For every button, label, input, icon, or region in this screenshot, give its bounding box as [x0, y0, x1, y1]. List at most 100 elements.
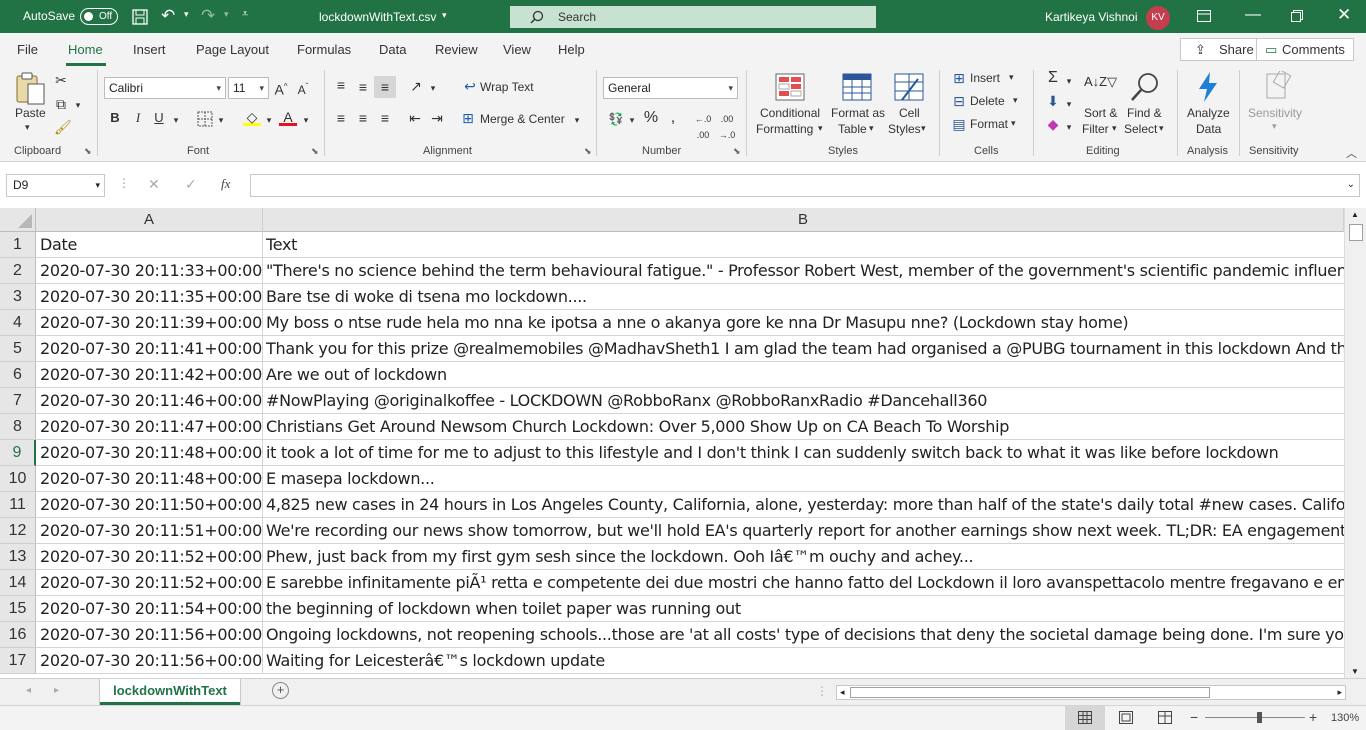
cell-date[interactable]: 2020-07-30 20:11:52+00:00	[36, 544, 263, 570]
cell-styles-dropdown-icon[interactable]: ▾	[921, 123, 926, 134]
find-select-icon[interactable]	[1130, 72, 1160, 102]
analyze-data-icon[interactable]	[1196, 71, 1220, 103]
cell-date[interactable]: 2020-07-30 20:11:48+00:00	[36, 440, 263, 466]
fill-color-icon[interactable]: ◇	[243, 109, 261, 126]
next-sheet-icon[interactable]: ▸	[54, 685, 59, 696]
tab-page-layout[interactable]: Page Layout	[196, 42, 269, 57]
insert-cells-icon[interactable]: ⊞	[950, 70, 968, 86]
decrease-decimal-icon[interactable]: .00 →.0	[717, 111, 737, 143]
tab-data[interactable]: Data	[379, 42, 406, 57]
horizontal-scroll-thumb[interactable]	[850, 687, 1210, 698]
collapse-ribbon-icon[interactable]: ︿	[1346, 145, 1357, 161]
cell-text[interactable]: E masepa lockdown...	[263, 466, 1344, 492]
align-center-icon[interactable]: ≡	[355, 110, 371, 126]
cell-text[interactable]: 4,825 new cases in 24 hours in Los Angel…	[263, 492, 1344, 518]
copy-dropdown-icon[interactable]: ▾	[73, 97, 83, 113]
cell-date[interactable]: 2020-07-30 20:11:47+00:00	[36, 414, 263, 440]
select-all-corner[interactable]	[0, 208, 36, 232]
row-header[interactable]: 8	[0, 414, 36, 440]
expand-formula-icon[interactable]: ⌄	[1347, 179, 1355, 190]
ribbon-display-icon[interactable]	[1197, 10, 1211, 22]
undo-dropdown-icon[interactable]: ▾	[184, 9, 189, 20]
sort-filter-label-1[interactable]: Sort &	[1084, 106, 1117, 120]
tab-formulas[interactable]: Formulas	[297, 42, 351, 57]
bottom-align-icon[interactable]: ≡	[374, 76, 396, 98]
percent-icon[interactable]: %	[643, 110, 659, 126]
orientation-dropdown-icon[interactable]: ▾	[428, 80, 438, 96]
font-color-icon[interactable]: A	[279, 109, 297, 126]
delete-dropdown-icon[interactable]: ▾	[1013, 95, 1018, 106]
tab-review[interactable]: Review	[435, 42, 478, 57]
cell-text[interactable]: the beginning of lockdown when toilet pa…	[263, 596, 1344, 622]
increase-font-icon[interactable]: A^	[273, 79, 289, 98]
customize-toolbar-icon[interactable]: ⩡	[242, 8, 248, 21]
underline-icon[interactable]: U	[152, 110, 166, 126]
enter-icon[interactable]: ✓	[185, 176, 197, 193]
file-title[interactable]: lockdownWithText.csv	[319, 10, 436, 24]
underline-dropdown-icon[interactable]: ▾	[171, 112, 181, 128]
vertical-scrollbar[interactable]: ▲ ▼	[1344, 208, 1366, 680]
number-launcher-icon[interactable]: ⬊	[733, 146, 741, 157]
row-header[interactable]: 11	[0, 492, 36, 518]
cell-styles-label-1[interactable]: Cell	[899, 106, 920, 120]
row-header[interactable]: 14	[0, 570, 36, 596]
top-align-icon[interactable]: ≡	[333, 77, 349, 93]
zoom-level[interactable]: 130%	[1331, 712, 1359, 724]
cell-date[interactable]: 2020-07-30 20:11:56+00:00	[36, 648, 263, 674]
cell-styles-icon[interactable]	[894, 73, 924, 101]
paste-icon[interactable]	[14, 72, 48, 106]
format-dropdown-icon[interactable]: ▾	[1011, 118, 1016, 129]
font-launcher-icon[interactable]: ⬊	[311, 146, 319, 157]
close-icon[interactable]: ✕	[1337, 5, 1351, 25]
accounting-dropdown-icon[interactable]: ▾	[627, 112, 637, 128]
horizontal-scrollbar[interactable]: ◂ ▸	[836, 685, 1346, 700]
tab-view[interactable]: View	[503, 42, 531, 57]
comma-style-icon[interactable]: ,	[667, 110, 679, 126]
cell-text[interactable]: Christians Get Around Newsom Church Lock…	[263, 414, 1344, 440]
font-size-box[interactable]: 11 ▾	[228, 77, 269, 99]
vertical-scroll-thumb[interactable]	[1349, 224, 1363, 241]
cell-text[interactable]: Phew, just back from my first gym sesh s…	[263, 544, 1344, 570]
cell-date[interactable]: 2020-07-30 20:11:46+00:00	[36, 388, 263, 414]
redo-dropdown-icon[interactable]: ▾	[224, 9, 229, 20]
cut-icon[interactable]: ✂	[54, 72, 68, 88]
cancel-icon[interactable]: ✕	[148, 176, 160, 193]
cell-date[interactable]: 2020-07-30 20:11:33+00:00	[36, 258, 263, 284]
conditional-formatting-icon[interactable]	[775, 73, 805, 101]
sheet-tab[interactable]: lockdownWithText	[100, 679, 240, 705]
file-title-dropdown-icon[interactable]: ▾	[442, 10, 447, 21]
format-as-table-label-1[interactable]: Format as	[831, 106, 885, 120]
tab-split-handle[interactable]: ⋮	[816, 684, 828, 698]
decrease-indent-icon[interactable]: ⇤	[407, 110, 423, 126]
row-header[interactable]: 5	[0, 336, 36, 362]
tab-insert[interactable]: Insert	[133, 42, 166, 57]
row-header[interactable]: 3	[0, 284, 36, 310]
format-as-table-icon[interactable]	[842, 73, 872, 101]
undo-icon[interactable]: ↶	[161, 6, 175, 26]
font-name-box[interactable]: Calibri ▾	[104, 77, 226, 99]
cell-text[interactable]: My boss o ntse rude hela mo nna ke ipots…	[263, 310, 1344, 336]
number-format-box[interactable]: General ▾	[603, 77, 738, 99]
tab-file[interactable]: File	[17, 42, 38, 57]
fill-dropdown-icon[interactable]: ▾	[1064, 96, 1074, 112]
row-header[interactable]: 10	[0, 466, 36, 492]
cell-text[interactable]: Text	[263, 232, 1344, 258]
page-layout-view-icon[interactable]	[1119, 711, 1133, 724]
delete-cells-button[interactable]: Delete	[970, 94, 1005, 108]
cell-text[interactable]: Bare tse di woke di tsena mo lockdown...…	[263, 284, 1344, 310]
decrease-font-icon[interactable]: Aˇ	[295, 79, 311, 98]
user-name[interactable]: Kartikeya Vishnoi	[1045, 10, 1138, 24]
cell-date[interactable]: Date	[36, 232, 263, 258]
row-header[interactable]: 15	[0, 596, 36, 622]
cell-date[interactable]: 2020-07-30 20:11:48+00:00	[36, 466, 263, 492]
cell-text[interactable]: Are we out of lockdown	[263, 362, 1344, 388]
wrap-text-icon[interactable]: ↩	[462, 78, 478, 94]
fill-color-dropdown-icon[interactable]: ▾	[264, 112, 274, 128]
row-header[interactable]: 2	[0, 258, 36, 284]
increase-indent-icon[interactable]: ⇥	[429, 110, 445, 126]
scroll-up-icon[interactable]: ▲	[1351, 210, 1359, 219]
wrap-text-button[interactable]: Wrap Text	[480, 80, 534, 94]
format-cells-button[interactable]: Format	[970, 117, 1008, 131]
save-icon[interactable]	[132, 9, 148, 25]
align-left-icon[interactable]: ≡	[333, 110, 349, 126]
